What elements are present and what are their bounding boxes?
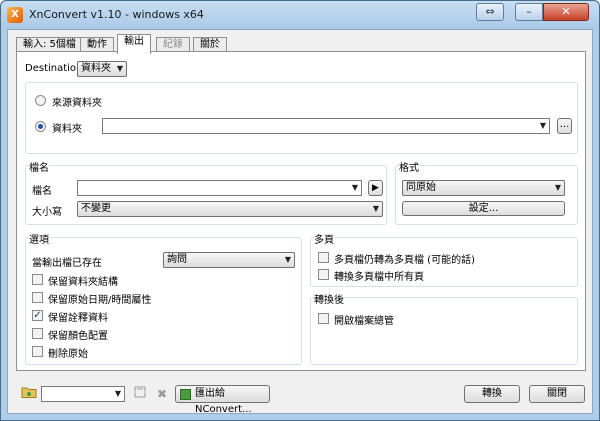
delete-original-label: 刪除原始 bbox=[48, 349, 88, 360]
filename-label: 檔名 bbox=[32, 186, 52, 197]
format-value: 同原始 bbox=[406, 182, 436, 193]
source-folder-label: 來源資料夾 bbox=[52, 98, 102, 109]
convert-button[interactable]: 轉換 bbox=[464, 385, 520, 403]
after-conversion-group-title: 轉換後 bbox=[314, 291, 344, 306]
title-bar[interactable]: X XnConvert v1.10 - windows x64 ⇔ – ✕ bbox=[1, 1, 599, 29]
chevron-down-icon: ▼ bbox=[372, 204, 379, 213]
open-preset-icon[interactable] bbox=[20, 385, 38, 403]
delete-original-checkbox[interactable] bbox=[32, 346, 43, 357]
close-button[interactable]: 關閉 bbox=[529, 385, 585, 403]
filename-group-title: 檔名 bbox=[29, 159, 49, 174]
folder-path-combo[interactable]: ▼ bbox=[102, 118, 550, 134]
client-area: 輸入: 5個檔 動作 輸出 紀錄 關於 Destination: 資料夾 ▼ 來… bbox=[7, 29, 593, 415]
checkmark-icon: ✓ bbox=[33, 310, 42, 321]
restore-size-button[interactable]: ⇔ bbox=[476, 3, 504, 21]
keep-color-profile-checkbox[interactable] bbox=[32, 328, 43, 339]
keep-date-time-label: 保留原始日期/時間屬性 bbox=[48, 295, 152, 306]
destination-group: 來源資料夾 資料夾 ▼ ... bbox=[25, 82, 578, 154]
play-icon: ▶ bbox=[372, 183, 379, 193]
chevron-down-icon: ▼ bbox=[116, 64, 123, 73]
filename-combo[interactable]: ▼ bbox=[77, 180, 362, 196]
output-panel: Destination: 資料夾 ▼ 來源資料夾 資料夾 ▼ ... 檔名 檔名 bbox=[16, 51, 586, 371]
chevron-down-icon: ▼ bbox=[554, 183, 561, 192]
keep-folder-structure-label: 保留資料夾結構 bbox=[48, 277, 118, 288]
chevron-down-icon: ▼ bbox=[539, 121, 546, 130]
keep-date-time-checkbox[interactable] bbox=[32, 292, 43, 303]
options-group-title: 選項 bbox=[29, 231, 49, 246]
file-exists-value: 詢問 bbox=[167, 254, 187, 265]
browse-folder-button[interactable]: ... bbox=[557, 118, 572, 134]
open-explorer-checkbox[interactable] bbox=[318, 313, 329, 324]
chevron-down-icon: ▼ bbox=[351, 183, 358, 192]
keep-metadata-checkbox[interactable]: ✓ bbox=[32, 310, 43, 321]
file-exists-dropdown[interactable]: 詢問 ▼ bbox=[163, 252, 295, 268]
folder-icon bbox=[21, 387, 37, 398]
destination-dropdown[interactable]: 資料夾 ▼ bbox=[77, 61, 127, 77]
multipage-group-title: 多頁 bbox=[314, 231, 334, 246]
floppy-disk-icon bbox=[134, 386, 146, 398]
options-group: 選項 當輸出檔已存在 詢問 ▼ 保留資料夾結構 保留原始日期/時間屬性 ✓ 保留… bbox=[25, 231, 302, 365]
export-nconvert-label: 匯出給NConvert... bbox=[195, 388, 252, 415]
export-script-icon bbox=[180, 389, 191, 400]
multipage-keep-label: 多頁檔仍轉為多頁檔 (可能的話) bbox=[334, 255, 475, 266]
tab-output[interactable]: 輸出 bbox=[117, 34, 151, 54]
keep-color-profile-label: 保留顏色配置 bbox=[48, 331, 108, 342]
app-window: X XnConvert v1.10 - windows x64 ⇔ – ✕ 輸入… bbox=[0, 0, 600, 421]
multipage-keep-checkbox[interactable] bbox=[318, 252, 329, 263]
file-exists-label: 當輸出檔已存在 bbox=[32, 258, 102, 269]
case-dropdown[interactable]: 不變更 ▼ bbox=[77, 201, 383, 217]
preset-combo[interactable]: ▼ bbox=[41, 386, 125, 402]
xnconvert-app-icon: X bbox=[7, 7, 23, 23]
save-preset-icon[interactable] bbox=[131, 385, 149, 403]
format-group-title: 格式 bbox=[399, 159, 419, 174]
case-value: 不變更 bbox=[81, 203, 111, 214]
format-group: 格式 同原始 ▼ 設定... bbox=[395, 159, 578, 225]
multipage-all-pages-checkbox[interactable] bbox=[318, 269, 329, 280]
folder-radio[interactable] bbox=[35, 121, 46, 132]
destination-value: 資料夾 bbox=[81, 63, 111, 74]
export-nconvert-button[interactable]: 匯出給NConvert... bbox=[175, 385, 270, 415]
filename-group: 檔名 檔名 ▼ ▶ 大小寫 不變更 ▼ bbox=[25, 159, 387, 225]
case-label: 大小寫 bbox=[32, 207, 62, 218]
source-folder-radio[interactable] bbox=[35, 95, 46, 106]
keep-folder-structure-checkbox[interactable] bbox=[32, 274, 43, 285]
format-settings-button[interactable]: 設定... bbox=[402, 201, 565, 216]
after-conversion-group: 轉換後 開啟檔案總管 bbox=[310, 291, 578, 365]
format-dropdown[interactable]: 同原始 ▼ bbox=[402, 180, 565, 196]
window-title: XnConvert v1.10 - windows x64 bbox=[29, 8, 204, 21]
delete-preset-icon[interactable]: ✖ bbox=[153, 385, 171, 403]
close-window-button[interactable]: ✕ bbox=[543, 3, 589, 21]
chevron-down-icon: ▼ bbox=[114, 389, 121, 398]
chevron-down-icon: ▼ bbox=[284, 255, 291, 264]
minimize-button[interactable]: – bbox=[515, 3, 543, 21]
multipage-all-pages-label: 轉換多頁檔中所有頁 bbox=[334, 272, 424, 283]
filename-tokens-button[interactable]: ▶ bbox=[368, 180, 383, 196]
multipage-group: 多頁 多頁檔仍轉為多頁檔 (可能的話) 轉換多頁檔中所有頁 bbox=[310, 231, 578, 287]
bottom-bar: ▼ ✖ 匯出給NConvert... 轉換 關閉 bbox=[8, 371, 592, 415]
keep-metadata-label: 保留詮釋資料 bbox=[48, 313, 108, 324]
folder-label: 資料夾 bbox=[52, 124, 82, 135]
x-delete-icon: ✖ bbox=[156, 387, 168, 401]
open-explorer-label: 開啟檔案總管 bbox=[334, 316, 394, 327]
radio-selected-dot bbox=[38, 124, 43, 129]
